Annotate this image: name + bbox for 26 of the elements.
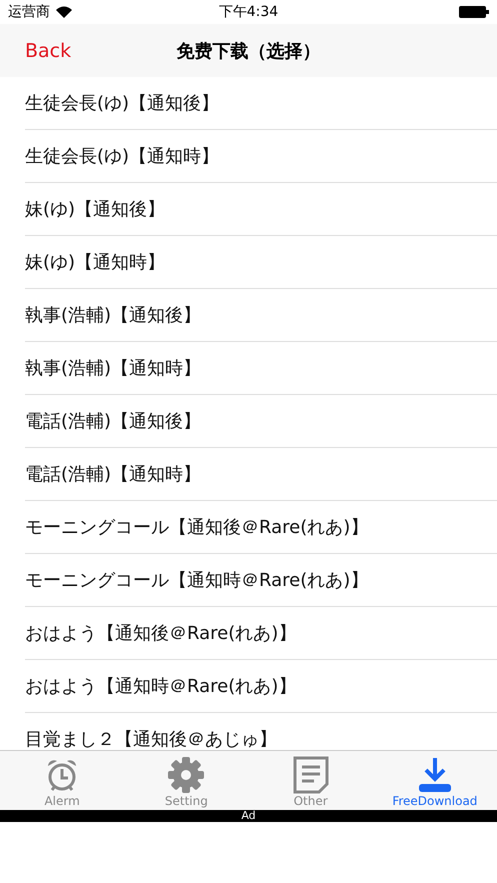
document-icon (290, 756, 331, 794)
tab-label: Other (294, 794, 328, 808)
list-item[interactable]: 妹(ゆ)【通知後】 (25, 183, 497, 236)
list-item[interactable]: 生徒会長(ゆ)【通知後】 (25, 77, 497, 130)
list-item[interactable]: 電話(浩輔)【通知時】 (25, 448, 497, 501)
clock-time: 下午4:34 (218, 4, 278, 20)
tab-label: Setting (164, 794, 208, 808)
carrier-label: 运营商 (8, 3, 50, 21)
list-item[interactable]: 生徒会長(ゆ)【通知時】 (25, 130, 497, 183)
list-item[interactable]: おはよう【通知後＠Rare(れあ)】 (25, 607, 497, 660)
ad-label: Ad (241, 810, 256, 822)
list-item[interactable]: 妹(ゆ)【通知時】 (25, 236, 497, 289)
battery-icon (459, 6, 489, 18)
back-button[interactable]: Back (25, 40, 72, 62)
wifi-icon (56, 6, 72, 18)
tab-label: FreeDownload (392, 794, 478, 808)
list-item[interactable]: おはよう【通知時＠Rare(れあ)】 (25, 660, 497, 713)
list-item[interactable]: 執事(浩輔)【通知時】 (25, 342, 497, 395)
tab-item[interactable]: FreeDownload (372, 751, 497, 810)
list-item[interactable]: 執事(浩輔)【通知後】 (25, 289, 497, 342)
list-item[interactable]: モーニングコール【通知時＠Rare(れあ)】 (25, 554, 497, 607)
tab-label: Alerm (44, 794, 80, 808)
screen-title: 免费下载（选择） (176, 40, 320, 62)
list-item[interactable]: モーニングコール【通知後＠Rare(れあ)】 (25, 501, 497, 554)
settings-icon (166, 756, 206, 794)
list-item[interactable]: 電話(浩輔)【通知後】 (25, 395, 497, 448)
